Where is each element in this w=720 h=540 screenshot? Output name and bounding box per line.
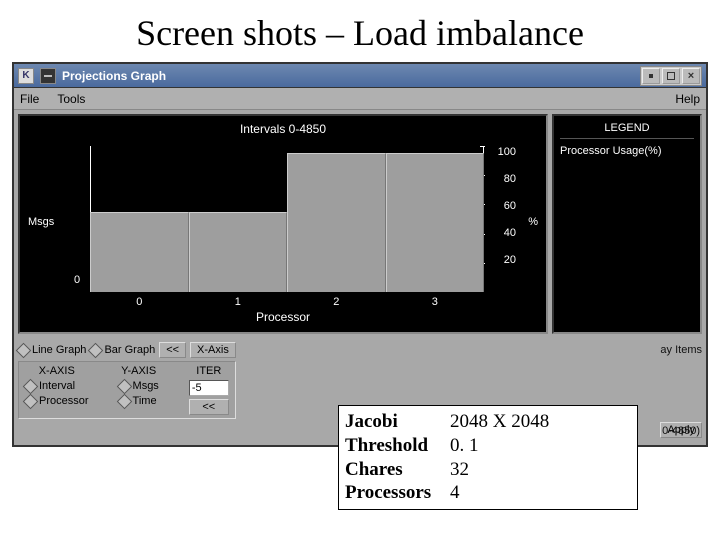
xaxis-button[interactable]: X-Axis bbox=[190, 342, 236, 358]
bars bbox=[90, 146, 484, 292]
xaxis-col-header: X-AXIS bbox=[25, 365, 89, 377]
main-content: Intervals 0-4850 Msgs % 0 100 80 60 40 2… bbox=[14, 110, 706, 338]
legend-title: LEGEND bbox=[560, 122, 694, 139]
menu-file[interactable]: File bbox=[20, 92, 39, 106]
params-overlay: Jacobi2048 X 2048 Threshold0. 1 Chares 3… bbox=[338, 405, 638, 510]
yaxis-col-header: Y-AXIS bbox=[119, 365, 159, 377]
ytick-60: 60 bbox=[498, 200, 516, 212]
bar-proc-3 bbox=[386, 153, 485, 292]
legend-panel: LEGEND Processor Usage(%) bbox=[552, 114, 702, 334]
iter-input[interactable] bbox=[189, 380, 229, 396]
xtick-1: 1 bbox=[235, 296, 241, 308]
bar-proc-2 bbox=[287, 153, 386, 292]
processors-value: 4 bbox=[450, 481, 460, 505]
sysmenu-icon[interactable]: K bbox=[18, 68, 34, 84]
menu-tools[interactable]: Tools bbox=[57, 92, 85, 106]
menubar: File Tools Help bbox=[14, 88, 706, 110]
processor-radio[interactable]: Processor bbox=[25, 395, 89, 407]
interval-radio[interactable]: Interval bbox=[25, 380, 89, 392]
ytick-20: 20 bbox=[498, 254, 516, 266]
msgs-radio[interactable]: Msgs bbox=[119, 380, 159, 392]
display-items-partial[interactable]: ay Items bbox=[660, 344, 702, 356]
bar-proc-1 bbox=[189, 212, 288, 292]
pct-axis-label: % bbox=[528, 216, 538, 228]
window-title: Projections Graph bbox=[62, 69, 166, 83]
slide-title: Screen shots – Load imbalance bbox=[0, 0, 720, 62]
threshold-value: 0. 1 bbox=[450, 434, 479, 458]
bar-graph-radio[interactable]: Bar Graph bbox=[90, 344, 155, 356]
iter-prev-button[interactable]: << bbox=[189, 399, 229, 415]
right-y-ticks: 100 80 60 40 20 bbox=[498, 146, 516, 266]
bar-proc-0 bbox=[90, 212, 189, 292]
titlebar[interactable]: K Projections Graph × bbox=[14, 64, 706, 88]
app-window: K Projections Graph × File Tools Help In… bbox=[12, 62, 708, 447]
ytick-40: 40 bbox=[498, 227, 516, 239]
legend-entry: Processor Usage(%) bbox=[560, 145, 694, 157]
range-status: 0-4850) bbox=[662, 425, 700, 437]
jacobi-label: Jacobi bbox=[345, 410, 450, 434]
xaxis-label: Processor bbox=[20, 310, 546, 324]
plot-area: 0 1 2 3 bbox=[90, 146, 484, 292]
maximize-button[interactable] bbox=[662, 68, 680, 84]
msgs-axis-label: Msgs bbox=[28, 216, 54, 228]
chart-panel: Intervals 0-4850 Msgs % 0 100 80 60 40 2… bbox=[18, 114, 548, 334]
chares-value: 32 bbox=[450, 458, 469, 482]
window-buttons: × bbox=[640, 66, 702, 86]
prev-button[interactable]: << bbox=[159, 342, 186, 358]
ytick-80: 80 bbox=[498, 173, 516, 185]
xtick-0: 0 bbox=[136, 296, 142, 308]
xtick-3: 3 bbox=[432, 296, 438, 308]
close-button[interactable]: × bbox=[682, 68, 700, 84]
threshold-label: Threshold bbox=[345, 434, 450, 458]
chares-label: Chares bbox=[345, 458, 450, 482]
chart-title: Intervals 0-4850 bbox=[20, 122, 546, 136]
menu-help[interactable]: Help bbox=[675, 92, 700, 106]
jacobi-value: 2048 X 2048 bbox=[450, 410, 549, 434]
app-icon bbox=[40, 68, 56, 84]
xtick-2: 2 bbox=[333, 296, 339, 308]
left-y-tick-0: 0 bbox=[74, 274, 80, 286]
iter-col-header: ITER bbox=[189, 365, 229, 377]
ytick-100: 100 bbox=[498, 146, 516, 158]
line-graph-radio[interactable]: Line Graph bbox=[18, 344, 86, 356]
axis-config-panel: X-AXIS Interval Processor Y-AXIS Msgs Ti… bbox=[18, 361, 236, 419]
time-radio[interactable]: Time bbox=[119, 395, 159, 407]
minimize-button[interactable] bbox=[642, 68, 660, 84]
processors-label: Processors bbox=[345, 481, 450, 505]
